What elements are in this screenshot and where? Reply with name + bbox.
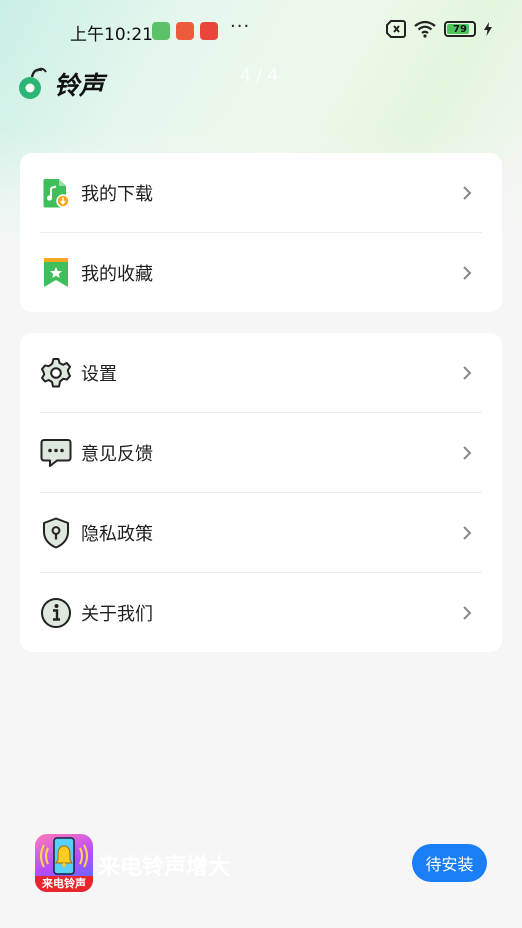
- app-install-banner: 来电铃声 来电铃声增大 待安装: [0, 826, 522, 902]
- info-icon: [40, 597, 72, 629]
- taobao-notification-icon: [176, 22, 194, 40]
- chevron-right-icon: [463, 366, 472, 380]
- gear-icon: [40, 357, 72, 389]
- chevron-right-icon: [463, 446, 472, 460]
- menu-item-settings[interactable]: 设置: [20, 333, 502, 413]
- music-download-icon: [40, 177, 72, 209]
- app-notification-icon: [152, 22, 170, 40]
- menu-item-label: 我的收藏: [81, 264, 153, 285]
- menu-item-favorites[interactable]: 我的收藏: [20, 233, 502, 313]
- menu-item-label: 关于我们: [81, 604, 153, 625]
- menu-item-privacy[interactable]: 隐私政策: [20, 493, 502, 573]
- ad-icon-label: 来电铃声: [35, 876, 93, 892]
- app-title: 铃声: [54, 71, 105, 100]
- charging-icon: [484, 22, 492, 36]
- chevron-right-icon: [463, 186, 472, 200]
- install-button[interactable]: 待安装: [412, 844, 487, 882]
- chevron-right-icon: [463, 266, 472, 280]
- bookmark-star-icon: [40, 257, 72, 289]
- menu-item-downloads[interactable]: 我的下载: [20, 153, 502, 233]
- app-header: 铃声: [18, 64, 104, 104]
- no-sim-icon: [386, 20, 406, 38]
- battery-icon: 79: [444, 21, 476, 37]
- menu-item-label: 设置: [81, 364, 117, 385]
- menu-item-label: 我的下载: [81, 184, 153, 205]
- status-bar: 上午10:21 ··· 79: [0, 14, 522, 48]
- ringtone-app-icon[interactable]: 来电铃声: [35, 834, 93, 892]
- chevron-right-icon: [463, 526, 472, 540]
- page-indicator: 4 / 4: [240, 66, 279, 86]
- menu-card-general: 设置 意见反馈 隐私政策 关于我们: [20, 333, 502, 652]
- battery-level: 79: [453, 23, 467, 35]
- more-notifications-icon: ···: [230, 16, 251, 37]
- menu-item-label: 意见反馈: [81, 444, 153, 465]
- menu-item-about[interactable]: 关于我们: [20, 573, 502, 653]
- app-logo-icon: [19, 67, 47, 99]
- pinduoduo-notification-icon: [200, 22, 218, 40]
- status-time: 上午10:21: [70, 25, 153, 45]
- wifi-icon: [414, 20, 436, 38]
- menu-card-personal: 我的下载 我的收藏: [20, 153, 502, 312]
- ad-app-name: 来电铃声增大: [98, 855, 231, 880]
- shield-lock-icon: [40, 517, 72, 549]
- phone-bell-icon: [40, 837, 88, 875]
- chevron-right-icon: [463, 606, 472, 620]
- menu-item-feedback[interactable]: 意见反馈: [20, 413, 502, 493]
- menu-item-label: 隐私政策: [81, 524, 153, 545]
- chat-bubble-icon: [40, 437, 72, 469]
